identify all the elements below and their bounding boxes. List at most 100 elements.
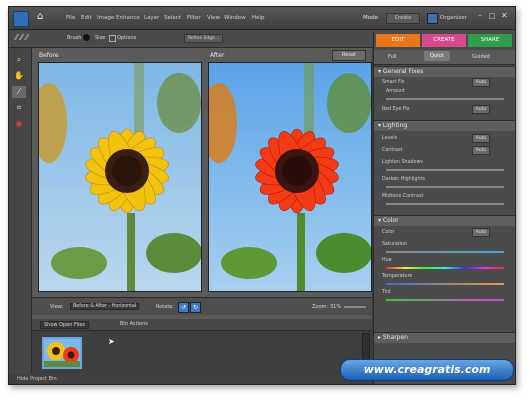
temperature-slider[interactable] (386, 283, 504, 285)
hand-tool-icon[interactable]: ✋ (12, 70, 26, 82)
brush-mode-icon[interactable]: ⁄⁄ ⁄⁄ ⁄⁄ (15, 33, 28, 42)
tab-share[interactable]: SHARE (468, 34, 512, 47)
menu-edit[interactable]: Edit (81, 15, 92, 21)
organizer-button[interactable]: Organizer (440, 15, 467, 21)
subtab-bar: Full Quick Guided (374, 50, 515, 65)
status-bar: Hide Project Bin (9, 374, 371, 384)
contrast-label: Contrast (382, 148, 403, 153)
bin-thumbnail[interactable] (42, 337, 82, 369)
menu-select[interactable]: Select (164, 15, 181, 21)
tint-slider[interactable] (386, 299, 504, 301)
saturation-label: Saturation (382, 242, 408, 247)
section-general-fixes[interactable]: ▾ General Fixes (374, 66, 515, 77)
menu-enhance[interactable]: Enhance (116, 15, 140, 21)
color-label: Color (382, 230, 395, 235)
menu-bar: ⌂ File Edit Image Enhance Layer Select F… (9, 7, 515, 30)
home-icon[interactable]: ⌂ (37, 12, 47, 22)
after-label: After (210, 52, 225, 59)
levels-auto-button[interactable]: Auto (472, 134, 490, 143)
organizer-icon[interactable] (427, 13, 438, 24)
size-label: Size (95, 35, 106, 41)
bin-header: Show Open Files Bin Actions (32, 319, 372, 331)
levels-label: Levels (382, 136, 398, 141)
after-sunflower-graphic (209, 63, 371, 291)
rotate-right-icon[interactable]: ↻ (190, 302, 201, 313)
section-color[interactable]: ▾ Color (374, 215, 515, 226)
refine-edge-button[interactable]: Refine Edge... (184, 34, 224, 43)
midtone-contrast-slider[interactable] (386, 203, 504, 205)
zoom-slider[interactable] (344, 306, 366, 308)
menu-help[interactable]: Help (252, 15, 265, 21)
tab-quick[interactable]: Quick (424, 51, 451, 61)
rotate-left-icon[interactable]: ↺ (178, 302, 189, 313)
color-auto-button[interactable]: Auto (472, 228, 490, 237)
smart-fix-label: Smart Fix (382, 80, 405, 85)
options-checkbox[interactable] (109, 35, 116, 42)
brush-label: Brush (67, 35, 82, 41)
hue-label: Hue (382, 258, 392, 263)
brush-preview-icon[interactable] (83, 34, 90, 41)
menu-window[interactable]: Window (224, 15, 246, 21)
hide-bin-toggle[interactable]: Hide Project Bin (17, 374, 57, 384)
smart-fix-auto-button[interactable]: Auto (472, 78, 490, 87)
tools-panel: ⌕ ✋ ⁄ ⌗ ◉ (9, 48, 32, 384)
hue-slider[interactable] (386, 267, 504, 269)
rotate-label: Rotate: (156, 304, 175, 310)
bin-actions-button[interactable]: Bin Actions (120, 321, 148, 327)
selection-brush-icon[interactable]: ⁄ (12, 86, 26, 98)
reset-button[interactable]: Reset (332, 50, 366, 61)
midtone-contrast-label: Midtone Contrast (382, 194, 424, 199)
darken-highlights-label: Darken Highlights (382, 177, 425, 182)
darken-highlights-slider[interactable] (386, 186, 504, 188)
zoom-label: Zoom: (312, 304, 329, 310)
close-icon[interactable]: ✕ (501, 11, 508, 20)
section-lighting[interactable]: ▾ Lighting (374, 120, 515, 131)
app-logo-icon (13, 11, 29, 27)
before-image (38, 62, 202, 292)
saturation-slider[interactable] (386, 251, 504, 253)
tab-create[interactable]: CREATE (422, 34, 466, 47)
zoom-tool-icon[interactable]: ⌕ (12, 54, 26, 66)
tab-full[interactable]: Full (388, 54, 397, 60)
view-select[interactable]: Before & After - Horizontal (70, 303, 140, 310)
menu-image[interactable]: Image (97, 15, 114, 21)
amount-label: Amount (386, 89, 405, 94)
menu-layer[interactable]: Layer (144, 15, 159, 21)
amount-slider[interactable] (386, 98, 504, 100)
tab-edit[interactable]: EDIT (376, 34, 420, 47)
lighting-title: Lighting (382, 122, 408, 129)
lighten-shadows-label: Lighten Shadows (382, 160, 423, 165)
menu-file[interactable]: File (66, 15, 75, 21)
crop-tool-icon[interactable]: ⌗ (12, 102, 26, 114)
tint-label: Tint (382, 290, 392, 295)
mouse-cursor-icon: ➤ (108, 337, 115, 346)
after-image (208, 62, 372, 292)
red-eye-tool-icon[interactable]: ◉ (12, 118, 26, 130)
canvas-area: Before After Reset (32, 48, 372, 335)
zoom-value[interactable]: 31% (330, 304, 341, 310)
app-window: ⌂ File Edit Image Enhance Layer Select F… (8, 6, 516, 385)
show-open-files-select[interactable]: Show Open Files (40, 321, 89, 329)
menu-filter[interactable]: Filter (187, 15, 201, 21)
temperature-label: Temperature (382, 274, 413, 279)
view-label: View: (50, 304, 64, 310)
red-eye-label: Red Eye Fix (382, 107, 410, 112)
view-control-bar: View: Before & After - Horizontal Rotate… (32, 297, 372, 315)
menu-view[interactable]: View (207, 15, 220, 21)
mode-button[interactable]: Mode (363, 15, 378, 21)
create-button[interactable]: Create (386, 13, 420, 24)
lighten-shadows-slider[interactable] (386, 169, 504, 171)
options-label: Options (117, 35, 137, 41)
maximize-icon[interactable]: □ (489, 12, 496, 20)
sharpen-title: Sharpen (382, 334, 408, 341)
contrast-auto-button[interactable]: Auto (472, 146, 490, 155)
right-panel: EDIT CREATE SHARE Full Quick Guided ▾ Ge… (373, 32, 515, 384)
red-eye-auto-button[interactable]: Auto (472, 105, 490, 114)
before-sunflower-graphic (39, 63, 201, 291)
general-fixes-title: General Fixes (382, 68, 424, 75)
tab-guided[interactable]: Guided (472, 54, 490, 60)
section-sharpen[interactable]: ▸ Sharpen (374, 332, 515, 343)
thumbnail-sunflower-graphic (44, 339, 80, 367)
minimize-icon[interactable]: – (478, 11, 482, 20)
before-label: Before (39, 52, 59, 59)
